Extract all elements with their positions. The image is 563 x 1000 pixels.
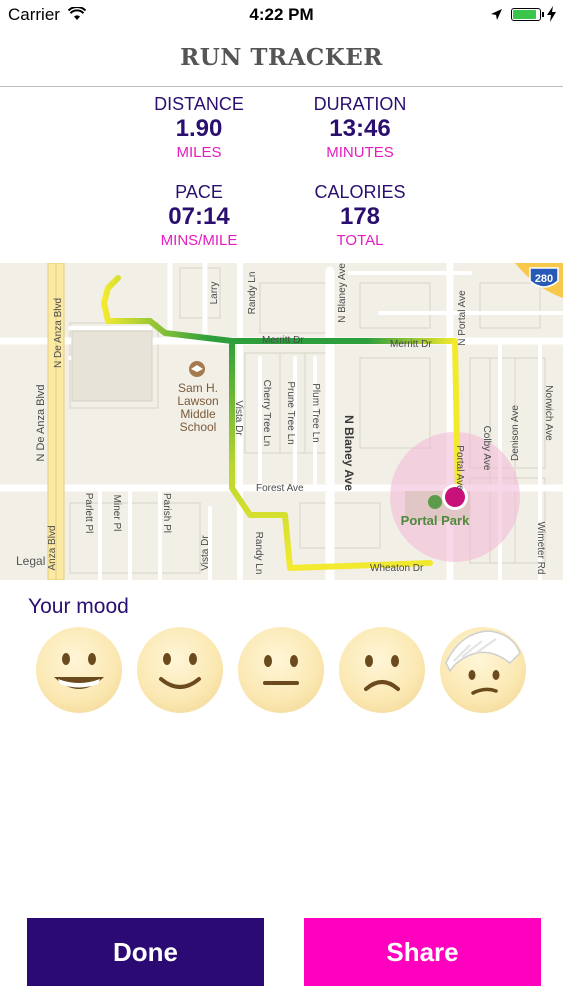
map-street-label: Colby Ave [481, 426, 492, 471]
stat-value: 13:46 [329, 115, 391, 142]
map-street-label: N Blaney Ave [342, 415, 356, 491]
map-street-label: Larry [209, 282, 220, 305]
map-street-label: Miner Pl [111, 495, 122, 532]
stat-label: DURATION [313, 94, 407, 114]
happy-face-icon[interactable] [137, 627, 223, 713]
done-button[interactable]: Done [27, 918, 264, 986]
map-street-label: Norwich Ave [543, 385, 554, 441]
page-title: RUN TRACKER [180, 44, 383, 71]
map-street-label: Merritt Dr [390, 339, 432, 350]
charging-bolt-icon [547, 6, 556, 22]
location-arrow-icon [491, 9, 502, 20]
map-street-label: Wheaton Dr [370, 563, 424, 574]
map-street-label: Cherry Tree Ln [261, 380, 272, 447]
map-street-label: N De Anza Blvd [35, 384, 47, 461]
school-grounds [71, 330, 153, 402]
map-street-label: Portal Ave [454, 445, 465, 491]
stat-value: 178 [339, 203, 381, 230]
map-street-label: Anza Blvd [47, 525, 58, 570]
battery-level [513, 10, 536, 19]
map-street-label: Randy Ln [247, 272, 258, 315]
route-map[interactable]: N De Anza Blvd N De Anza Blvd Larry Rand… [0, 263, 563, 580]
injured-face-icon[interactable] [440, 627, 526, 713]
map-street-label: N De Anza Blvd [53, 298, 64, 368]
map-street-label: Denison Ave [510, 405, 521, 461]
map-street-label: Forest Ave [256, 483, 304, 494]
map-street-label: Randy Ln [253, 532, 264, 575]
map-street-label: Vista Dr [233, 400, 244, 436]
park-icon [428, 495, 442, 509]
stat-unit: TOTAL [336, 232, 384, 249]
school-label-line: Sam H. [178, 381, 218, 395]
map-street-label: Plum Tree Ln [310, 383, 321, 442]
legal-link[interactable]: Legal [16, 554, 45, 568]
map-street-label: Prune Tree Ln [285, 381, 296, 444]
neutral-face-icon[interactable] [238, 627, 324, 713]
highway-shield-icon: 280 [529, 267, 559, 288]
calories-stat: CALORIES 178 TOTAL [265, 181, 455, 251]
status-bar: Carrier 4:22 PM [0, 0, 563, 30]
map-street-label: Parish Pl [161, 493, 172, 533]
duration-stat: DURATION 13:46 MINUTES [265, 93, 455, 163]
clock: 4:22 PM [249, 5, 314, 24]
map-street-label: N Portal Ave [457, 290, 468, 346]
map-street-label: Parlett Pl [83, 493, 94, 534]
park-label: Portal Park [401, 513, 470, 528]
school-label-line: Lawson [177, 394, 218, 408]
map-street-label: Vista Dr [200, 535, 211, 571]
share-button[interactable]: Share [304, 918, 541, 986]
highway-number: 280 [535, 273, 553, 285]
stat-unit: MINUTES [326, 144, 394, 161]
stat-label: CALORIES [314, 182, 406, 202]
navigation-bar: RUN TRACKER [0, 30, 563, 87]
school-label-line: Middle [180, 407, 216, 421]
map-street-label: Wimeter Rd [535, 522, 546, 575]
sad-face-icon[interactable] [339, 627, 425, 713]
very-happy-face-icon[interactable] [36, 627, 122, 713]
map-street-label: Merritt Dr [262, 335, 304, 346]
map-street-label: N Blaney Ave [337, 263, 348, 323]
battery-icon [511, 8, 541, 21]
mood-title: Your mood [28, 595, 129, 618]
school-label-line: School [180, 420, 217, 434]
battery-tip [542, 12, 544, 17]
